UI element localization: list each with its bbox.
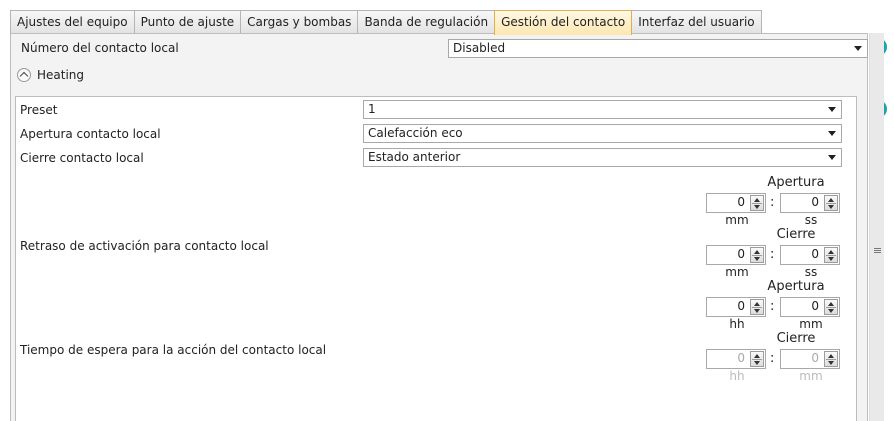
tab-ajustes-equipo[interactable]: Ajustes del equipo — [10, 10, 135, 34]
contact-number-value: Disabled — [453, 41, 506, 55]
heating-settings-panel: Preset 1 Apertura contacto local Calefac… — [15, 96, 857, 421]
spin-value: 0 — [737, 247, 745, 261]
unit-label: mm — [725, 213, 749, 227]
retraso-cierre-seconds[interactable]: 0 — [780, 245, 840, 265]
time-separator: : — [770, 195, 775, 210]
retraso-apertura-seconds[interactable]: 0 — [780, 193, 840, 213]
spinner-arrows-icon[interactable] — [750, 299, 764, 315]
spinner-arrows-icon[interactable] — [824, 299, 838, 315]
collapse-icon[interactable] — [17, 68, 31, 82]
spin-value: 0 — [811, 195, 819, 209]
spin-value: 0 — [737, 195, 745, 209]
tab-strip: Ajustes del equipo Punto de ajuste Carga… — [10, 10, 762, 35]
espera-apertura-hours[interactable]: 0 — [706, 297, 766, 317]
spin-value: 0 — [811, 351, 819, 365]
tab-interfaz-usuario[interactable]: Interfaz del usuario — [631, 10, 762, 34]
spin-value: 0 — [737, 299, 745, 313]
time-separator: : — [770, 351, 775, 366]
cierre-label: Cierre contacto local — [20, 151, 144, 165]
espera-cierre-hours[interactable]: 0 — [706, 349, 766, 369]
unit-label: hh — [729, 369, 745, 383]
spinner-arrows-icon[interactable] — [750, 195, 764, 211]
vertical-scrollbar[interactable] — [869, 33, 884, 421]
unit-label: mm — [799, 317, 823, 331]
retraso-cierre-title: Cierre — [776, 227, 816, 242]
time-separator: : — [770, 299, 775, 314]
spinner-arrows-icon[interactable] — [750, 351, 764, 367]
chevron-down-icon — [828, 155, 836, 160]
cierre-select[interactable]: Estado anterior — [363, 148, 842, 167]
espera-cierre-title: Cierre — [776, 331, 816, 346]
spin-value: 0 — [737, 351, 745, 365]
time-separator: : — [770, 247, 775, 262]
contact-number-label: Número del contacto local — [21, 41, 179, 55]
preset-select[interactable]: 1 — [363, 100, 842, 119]
contact-management-panel: Número del contacto local Disabled Heati… — [10, 33, 868, 421]
cierre-value: Estado anterior — [368, 150, 461, 164]
preset-value: 1 — [368, 102, 376, 116]
unit-label: ss — [804, 265, 818, 279]
unit-label: mm — [799, 369, 823, 383]
apertura-label: Apertura contacto local — [20, 127, 161, 141]
espera-apertura-minutes[interactable]: 0 — [780, 297, 840, 317]
preset-label: Preset — [20, 103, 58, 117]
retraso-label: Retraso de activación para contacto loca… — [20, 239, 269, 253]
spinner-arrows-icon[interactable] — [750, 247, 764, 263]
spin-value: 0 — [811, 247, 819, 261]
tab-gestion-contacto[interactable]: Gestión del contacto — [494, 10, 633, 35]
spinner-arrows-icon[interactable] — [824, 351, 838, 367]
contact-number-select[interactable]: Disabled — [448, 39, 868, 58]
unit-label: ss — [804, 213, 818, 227]
retraso-apertura-minutes[interactable]: 0 — [706, 193, 766, 213]
espera-apertura-title: Apertura — [767, 279, 825, 294]
retraso-cierre-minutes[interactable]: 0 — [706, 245, 766, 265]
spin-value: 0 — [811, 299, 819, 313]
spinner-arrows-icon[interactable] — [824, 195, 838, 211]
tab-punto-ajuste[interactable]: Punto de ajuste — [133, 10, 242, 34]
unit-label: hh — [729, 317, 745, 331]
chevron-down-icon — [828, 107, 836, 112]
espera-label: Tiempo de espera para la acción del cont… — [20, 343, 327, 357]
chevron-down-icon — [854, 46, 862, 51]
espera-cierre-minutes[interactable]: 0 — [780, 349, 840, 369]
tab-banda-regulacion[interactable]: Banda de regulación — [357, 10, 496, 34]
tab-cargas-bombas[interactable]: Cargas y bombas — [240, 10, 359, 34]
section-heating-title: Heating — [37, 68, 85, 82]
scroll-grip-icon — [874, 248, 881, 249]
chevron-down-icon — [828, 131, 836, 136]
apertura-select[interactable]: Calefacción eco — [363, 124, 842, 143]
apertura-value: Calefacción eco — [368, 126, 463, 140]
unit-label: mm — [725, 265, 749, 279]
retraso-apertura-title: Apertura — [767, 175, 825, 190]
spinner-arrows-icon[interactable] — [824, 247, 838, 263]
